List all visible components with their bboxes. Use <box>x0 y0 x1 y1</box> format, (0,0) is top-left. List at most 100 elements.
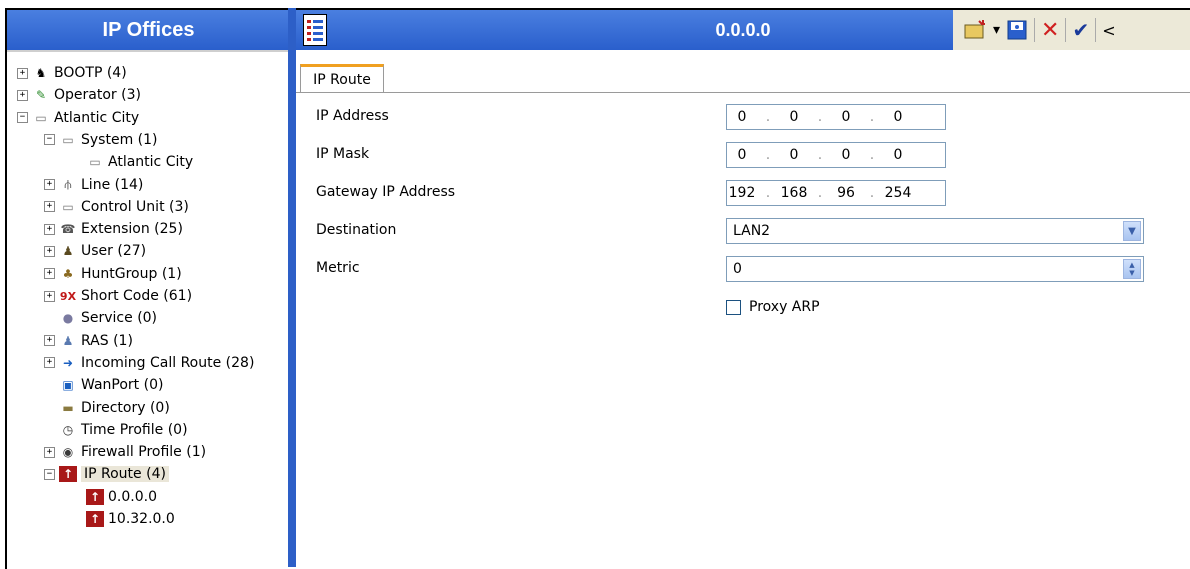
expand-icon[interactable]: + <box>44 179 55 190</box>
ip-octet: 0 <box>737 147 747 163</box>
tree-item-label: Extension (25) <box>81 221 183 238</box>
tree-item[interactable]: + ♟ User (27) <box>44 240 146 262</box>
ip-octet: 0 <box>789 109 799 125</box>
ip-route-icon: ↑ <box>59 466 77 483</box>
metric-spinner[interactable]: 0 ▲ ▼ <box>726 256 1144 282</box>
tree-item[interactable]: ▬ Directory (0) <box>44 397 170 419</box>
bootp-icon: ♞ <box>35 66 47 80</box>
tree-item[interactable]: + ◉ Firewall Profile (1) <box>44 441 206 463</box>
ip-mask-field[interactable]: 0. 0. 0. 0 <box>726 142 946 168</box>
destination-label: Destination <box>316 222 397 238</box>
wanport-icon: ▣ <box>62 378 74 393</box>
save-icon[interactable] <box>1006 16 1028 44</box>
tree-item[interactable]: +9X Short Code (61) <box>44 285 192 307</box>
octet-separator: . <box>817 147 823 163</box>
tree-item-label: Atlantic City <box>108 154 194 171</box>
expand-icon[interactable]: + <box>44 290 55 302</box>
incoming-call-route-icon: ➜ <box>62 355 74 370</box>
tree-item[interactable]: + ⫛ Line (14) <box>44 174 143 196</box>
octet-separator: . <box>869 147 875 163</box>
tree-item[interactable]: + ♟ RAS (1) <box>44 330 133 352</box>
tree-item[interactable]: + ☎ Extension (25) <box>44 218 183 240</box>
destination-select[interactable]: LAN2 ▼ <box>726 218 1144 244</box>
user-icon: ♟ <box>62 244 74 259</box>
tree-item[interactable]: ▣ WanPort (0) <box>44 374 163 396</box>
gateway-ip-label: Gateway IP Address <box>316 184 456 200</box>
metric-label: Metric <box>316 260 360 276</box>
operator-icon: ✎ <box>35 88 47 103</box>
tree-item-label: WanPort (0) <box>81 377 164 394</box>
system-unit-icon: ▭ <box>89 155 101 170</box>
expand-icon[interactable]: + <box>44 223 55 235</box>
tree-item[interactable]: ◷ Time Profile (0) <box>44 419 188 441</box>
toolbar-separator <box>1095 18 1097 42</box>
pane-splitter[interactable] <box>288 8 296 567</box>
expand-icon[interactable]: + <box>44 335 55 347</box>
tree-item-label: Short Code (61) <box>81 288 193 304</box>
tree-item-label: BOOTP (4) <box>54 65 127 81</box>
ip-address-field[interactable]: 0. 0. 0. 0 <box>726 104 946 130</box>
ip-route-entry-icon: ↑ <box>86 488 104 505</box>
tree-item-label: Control Unit (3) <box>81 198 189 215</box>
ip-octet: 0 <box>789 147 799 163</box>
tree-item-label: Operator (3) <box>54 87 141 104</box>
delete-icon[interactable]: ✕ <box>1041 16 1059 44</box>
line-icon: ⫛ <box>64 177 72 191</box>
tree-item[interactable]: − ↑ IP Route (4) <box>44 463 169 485</box>
tree-item[interactable]: ● Service (0) <box>44 307 157 329</box>
spinner-arrows-icon[interactable]: ▲ ▼ <box>1123 259 1141 279</box>
tree-item-label: User (27) <box>81 243 147 260</box>
tab-ip-route[interactable]: IP Route <box>300 64 384 92</box>
collapse-icon[interactable]: − <box>44 468 55 480</box>
tree-item[interactable]: + ♣ HuntGroup (1) <box>44 263 182 285</box>
tree-item[interactable]: ↑ 0.0.0.0 <box>71 486 157 508</box>
record-toolbar: ▾ ✕ ✔ < <box>953 10 1190 50</box>
tab-strip: IP Route <box>296 60 1190 93</box>
short-code-icon: 9X <box>59 289 77 303</box>
system-icon: ▭ <box>62 132 74 147</box>
tree-item-label: Directory (0) <box>81 399 170 416</box>
tree-item[interactable]: − ▭ System (1) <box>44 129 158 151</box>
tree-item-label: IP Route (4) <box>81 466 169 483</box>
destination-value: LAN2 <box>733 223 771 239</box>
collapse-icon[interactable]: − <box>17 112 28 124</box>
tree-item[interactable]: + ♞ BOOTP (4) <box>17 62 127 84</box>
expand-icon[interactable]: + <box>44 201 55 213</box>
octet-separator: . <box>765 147 771 163</box>
expand-icon[interactable]: + <box>44 268 55 280</box>
details-header: 0.0.0.0 ▾ ✕ ✔ < <box>296 8 1190 50</box>
expand-icon[interactable]: + <box>17 67 28 79</box>
back-icon[interactable]: < <box>1102 16 1115 44</box>
proxy-arp-checkbox[interactable]: Proxy ARP <box>726 299 820 315</box>
toolbar-separator <box>1065 18 1067 42</box>
tree-item[interactable]: + ➜ Incoming Call Route (28) <box>44 352 254 374</box>
expand-icon[interactable]: + <box>44 446 55 458</box>
ok-icon[interactable]: ✔ <box>1072 16 1089 44</box>
expand-icon[interactable]: + <box>44 357 55 369</box>
tree-item[interactable]: + ✎ Operator (3) <box>17 84 141 106</box>
ip-octet: 96 <box>837 185 855 201</box>
checkbox-box[interactable] <box>726 299 741 315</box>
gateway-ip-field[interactable]: 192. 168. 96. 254 <box>726 180 946 206</box>
tree-item[interactable]: ↑ 10.32.0.0 <box>71 508 175 530</box>
tree-item[interactable]: ▭ Atlantic City <box>71 151 193 173</box>
ip-octet: 0 <box>841 147 851 163</box>
octet-separator: . <box>817 109 823 125</box>
ip-mask-label: IP Mask <box>316 146 370 162</box>
ip-office-icon: ▭ <box>35 110 47 125</box>
expand-icon[interactable]: + <box>44 245 55 257</box>
tree-item-label: 10.32.0.0 <box>108 511 175 527</box>
tree-item[interactable]: − ▭ Atlantic City <box>17 107 139 129</box>
tree-item-label: Atlantic City <box>54 109 140 126</box>
time-profile-icon: ◷ <box>62 422 74 437</box>
octet-separator: . <box>869 109 875 125</box>
tree-item[interactable]: + ▭ Control Unit (3) <box>44 196 189 218</box>
tree-item-label: RAS (1) <box>81 332 133 349</box>
new-record-icon[interactable] <box>963 16 987 44</box>
collapse-icon[interactable]: − <box>44 134 55 146</box>
toolbar-separator <box>1034 18 1036 42</box>
expand-icon[interactable]: + <box>17 89 28 101</box>
chevron-down-icon[interactable]: ▼ <box>1123 221 1141 241</box>
new-dropdown-arrow[interactable]: ▾ <box>993 16 1000 44</box>
ip-octet: 0 <box>893 147 903 163</box>
